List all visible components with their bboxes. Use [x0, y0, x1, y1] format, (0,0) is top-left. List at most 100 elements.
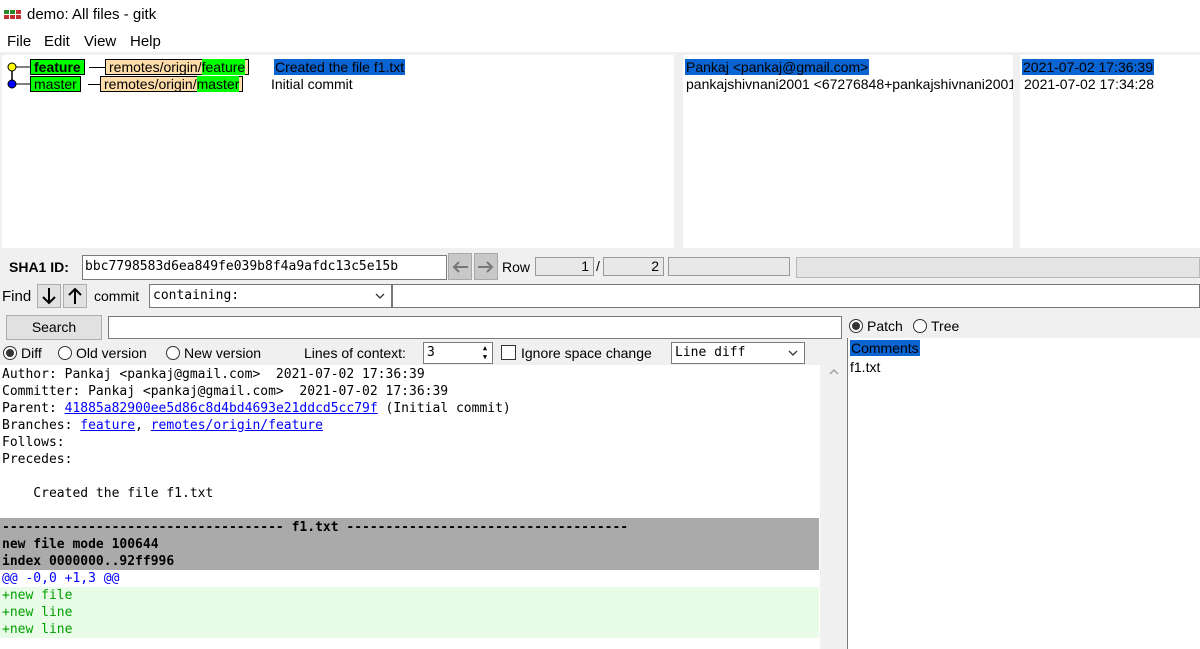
- date-pane[interactable]: 2021-07-02 17:36:39 2021-07-02 17:34:28: [1020, 55, 1200, 248]
- find-prev-button[interactable]: [63, 284, 87, 308]
- new-version-radio[interactable]: New version: [166, 345, 261, 361]
- file-list-item[interactable]: f1.txt: [850, 359, 880, 376]
- title-bar: demo: All files - gitk: [0, 0, 1200, 30]
- branch-link-feature[interactable]: feature: [80, 418, 135, 433]
- added-lines-band: [0, 587, 819, 638]
- search-input[interactable]: [108, 316, 842, 339]
- radio-icon: [166, 346, 180, 360]
- branch-tag-feature[interactable]: feature: [30, 59, 85, 75]
- diff-scrollbar[interactable]: [820, 365, 847, 649]
- parent-label: Parent:: [2, 401, 65, 416]
- branch-tag-master[interactable]: master: [30, 76, 81, 92]
- scroll-up-icon[interactable]: [829, 369, 839, 375]
- diff-view[interactable]: Author: Pankaj <pankaj@gmail.com> 2021-0…: [0, 365, 820, 649]
- find-next-button[interactable]: [37, 284, 61, 308]
- context-lines-label: Lines of context:: [304, 345, 406, 361]
- diff-radio[interactable]: Diff: [3, 345, 42, 361]
- status-bar: [796, 257, 1200, 278]
- window-title: demo: All files - gitk: [27, 6, 157, 23]
- find-type-label: commit: [94, 288, 140, 304]
- parent-note: (Initial commit): [377, 401, 511, 416]
- ref-connector: [88, 84, 100, 85]
- date-text: 2021-07-02 17:36:39: [1022, 59, 1154, 75]
- commit-row-2-message[interactable]: Initial commit: [271, 76, 353, 93]
- commit-row-1-message[interactable]: Created the file f1.txt: [274, 59, 406, 76]
- progress-bar: [668, 257, 790, 276]
- sha1-input[interactable]: bbc7798583d6ea849fe039b8f4a9afdc13c5e15b: [82, 255, 447, 280]
- diff-label: Diff: [21, 345, 42, 361]
- patch-radio[interactable]: Patch: [849, 318, 903, 334]
- row-separator: /: [596, 258, 600, 274]
- arrow-left-icon: [452, 260, 468, 273]
- row-current: 1: [535, 257, 594, 276]
- diff-added-line: +new line: [2, 605, 73, 620]
- branch-separator: ,: [135, 418, 151, 433]
- spin-arrows-icon[interactable]: ▲ ▼: [479, 344, 491, 362]
- branch-link-remote-feature[interactable]: remotes/origin/feature: [151, 418, 323, 433]
- remote-tag-origin-master[interactable]: remotes/origin/master: [100, 76, 244, 92]
- author-text: Pankaj <pankaj@gmail.com>: [685, 59, 870, 75]
- diff-mode-select[interactable]: Line diff: [671, 342, 805, 364]
- ignore-space-checkbox[interactable]: [501, 345, 516, 360]
- find-mode-select[interactable]: containing:: [149, 284, 392, 308]
- old-version-radio[interactable]: Old version: [58, 345, 147, 361]
- file-list-pane[interactable]: Comments f1.txt: [847, 338, 1200, 649]
- diff-added-line: +new file: [2, 588, 73, 603]
- menu-help[interactable]: Help: [130, 33, 161, 50]
- diff-new-file-mode: new file mode 100644: [2, 537, 159, 552]
- commit-row-1-author[interactable]: Pankaj <pankaj@gmail.com>: [685, 59, 870, 76]
- find-input[interactable]: [392, 284, 1200, 308]
- gitk-app-icon: [4, 10, 22, 20]
- parent-sha-link[interactable]: 41885a82900ee5d86c8d4bd4693e21ddcd5cc79f: [65, 401, 378, 416]
- commit-row-2-date[interactable]: 2021-07-02 17:34:28: [1024, 76, 1154, 93]
- commit-dot-feature[interactable]: [7, 62, 17, 72]
- remote-prefix: remotes/origin/: [109, 59, 202, 75]
- arrow-up-icon: [68, 287, 82, 304]
- comments-label: Comments: [850, 340, 920, 356]
- arrow-right-icon: [478, 260, 494, 273]
- diff-precedes-line: Precedes:: [2, 452, 73, 467]
- commit-dot-master[interactable]: [7, 79, 17, 89]
- sha1-label: SHA1 ID:: [9, 259, 69, 275]
- diff-branches-line: Branches: feature, remotes/origin/featur…: [2, 417, 323, 434]
- diff-hunk-header: @@ -0,0 +1,3 @@: [2, 571, 120, 586]
- remote-tag-origin-feature[interactable]: remotes/origin/feature: [105, 59, 250, 75]
- diff-follows-line: Follows:: [2, 435, 65, 450]
- back-button[interactable]: [448, 253, 472, 280]
- diff-mode-value: Line diff: [675, 345, 746, 360]
- find-mode-value: containing:: [153, 288, 240, 303]
- menu-view[interactable]: View: [84, 33, 116, 50]
- chevron-down-icon: [375, 293, 385, 299]
- row-label: Row: [502, 259, 531, 275]
- find-label: Find: [2, 288, 32, 305]
- file-list-comments[interactable]: Comments: [850, 340, 920, 357]
- context-lines-spinbox[interactable]: 3 ▲ ▼: [423, 342, 493, 364]
- menu-edit[interactable]: Edit: [44, 33, 70, 50]
- row-total: 2: [603, 257, 664, 276]
- remote-branch-name: feature: [201, 59, 246, 75]
- patch-label: Patch: [867, 318, 903, 334]
- tree-radio[interactable]: Tree: [913, 318, 959, 334]
- search-button[interactable]: Search: [6, 315, 102, 340]
- new-version-label: New version: [184, 345, 262, 361]
- radio-icon: [913, 319, 927, 333]
- arrow-down-icon: [42, 288, 56, 305]
- remote-prefix: remotes/origin/: [104, 76, 197, 92]
- forward-button[interactable]: [474, 253, 498, 280]
- commit-graph-pane[interactable]: feature remotes/origin/feature Created t…: [2, 55, 674, 248]
- commit-row-2-author[interactable]: pankajshivnani2001 <67276848+pankajshivn…: [686, 76, 1013, 93]
- diff-added-line: +new line: [2, 622, 73, 637]
- chevron-down-icon: [788, 350, 798, 356]
- diff-parent-line: Parent: 41885a82900ee5d86c8d4bd4693e21dd…: [2, 400, 511, 417]
- menu-file[interactable]: File: [7, 33, 31, 50]
- diff-index-line: index 0000000..92ff996: [2, 554, 175, 569]
- commit-message: Created the file f1.txt: [274, 59, 406, 75]
- radio-selected-icon: [849, 319, 863, 333]
- diff-commit-message: Created the file f1.txt: [2, 486, 214, 501]
- tree-label: Tree: [931, 318, 960, 334]
- author-pane[interactable]: Pankaj <pankaj@gmail.com> pankajshivnani…: [683, 55, 1013, 248]
- diff-committer-line: Committer: Pankaj <pankaj@gmail.com> 202…: [2, 384, 449, 399]
- diff-author-line: Author: Pankaj <pankaj@gmail.com> 2021-0…: [2, 367, 425, 382]
- commit-row-1-date[interactable]: 2021-07-02 17:36:39: [1022, 59, 1154, 76]
- ignore-space-label: Ignore space change: [521, 345, 652, 361]
